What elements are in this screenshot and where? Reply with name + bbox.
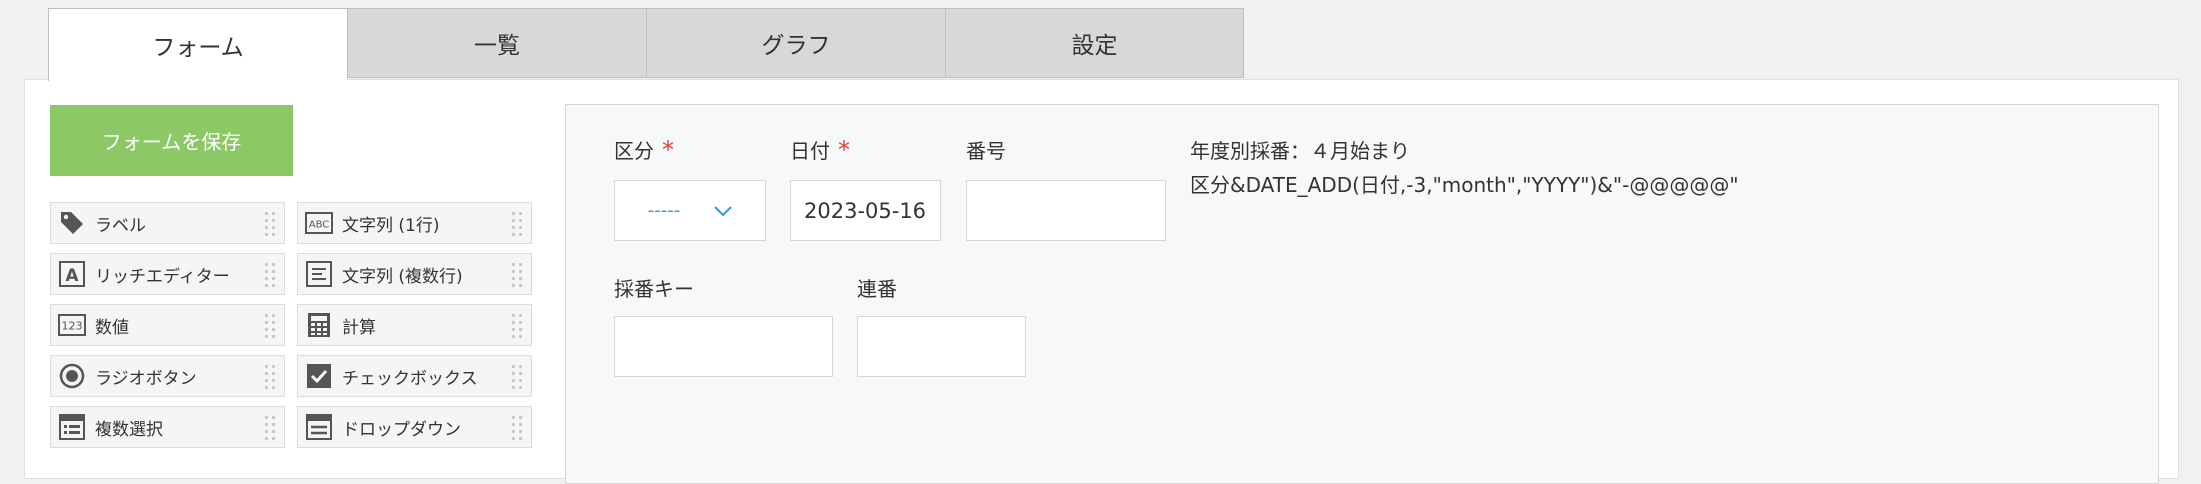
- drag-handle-icon[interactable]: [510, 312, 524, 340]
- palette-item-text: リッチエディター: [95, 266, 230, 287]
- form-layout-canvas: 区分 * ----- 日付 * 2023-05-16 番号 年度別採番：４月始まり …: [565, 104, 2159, 484]
- tab-list[interactable]: 一覧: [347, 8, 646, 78]
- renban-field[interactable]: [857, 316, 1026, 377]
- palette-item-text: ラジオボタン: [95, 368, 197, 389]
- saiban-key-field[interactable]: [614, 316, 833, 377]
- palette-item-text: 計算: [342, 317, 376, 338]
- tag-icon: [58, 209, 86, 237]
- note-line-2: 区分&DATE_ADD(日付,-3,"month","YYYY")&"-@@@@…: [1190, 173, 1739, 197]
- drag-handle-icon[interactable]: [510, 210, 524, 238]
- drag-handle-icon[interactable]: [510, 363, 524, 391]
- date-field[interactable]: 2023-05-16: [790, 180, 941, 241]
- palette-item-checkbox[interactable]: チェックボックス: [297, 355, 532, 397]
- svg-text:123: 123: [62, 320, 83, 333]
- palette-item-text: チェックボックス: [342, 368, 478, 389]
- number-label: 番号: [966, 139, 1006, 163]
- palette-item-text: ラベル: [95, 215, 146, 236]
- drag-handle-icon[interactable]: [263, 414, 277, 442]
- drag-handle-icon[interactable]: [510, 261, 524, 289]
- palette-item-rich-editor[interactable]: A リッチエディター: [50, 253, 285, 295]
- note-line-1: 年度別採番：４月始まり: [1190, 139, 1410, 163]
- saiban-key-label: 採番キー: [614, 277, 694, 301]
- palette-item-label[interactable]: ラベル: [50, 202, 285, 244]
- palette-item-text: 数値: [95, 317, 129, 338]
- kubun-dropdown-value: -----: [647, 200, 681, 221]
- date-label: 日付 *: [790, 136, 850, 164]
- palette-item-text: ドロップダウン: [342, 419, 461, 440]
- palette-item-text: 文字列 (複数行): [342, 266, 463, 287]
- rich-editor-icon: A: [58, 260, 86, 288]
- radio-icon: [58, 362, 86, 390]
- save-form-button[interactable]: フォームを保存: [50, 105, 293, 176]
- palette-item-number[interactable]: 123 数値: [50, 304, 285, 346]
- drag-handle-icon[interactable]: [263, 312, 277, 340]
- required-mark: *: [838, 136, 850, 164]
- number-field[interactable]: [966, 180, 1166, 241]
- palette-item-single-line-text[interactable]: ABC 文字列 (1行): [297, 202, 532, 244]
- palette-item-text: 複数選択: [95, 419, 163, 440]
- calculator-icon: [305, 311, 333, 339]
- tab-settings[interactable]: 設定: [945, 8, 1244, 78]
- renban-label: 連番: [857, 277, 897, 301]
- form-editor-panel: フォームを保存 ラベル ABC 文字列 (1行) A リッチエディター 文字列 …: [24, 79, 2179, 484]
- drag-handle-icon[interactable]: [510, 414, 524, 442]
- palette-item-multi-select[interactable]: 複数選択: [50, 406, 285, 448]
- kubun-label: 区分 *: [614, 136, 674, 164]
- checkbox-icon: [305, 362, 333, 390]
- palette-item-dropdown[interactable]: ドロップダウン: [297, 406, 532, 448]
- svg-text:ABC: ABC: [309, 220, 330, 231]
- palette-item-multi-line-text[interactable]: 文字列 (複数行): [297, 253, 532, 295]
- required-mark: *: [662, 136, 674, 164]
- drag-handle-icon[interactable]: [263, 363, 277, 391]
- drag-handle-icon[interactable]: [263, 210, 277, 238]
- tab-form[interactable]: フォーム: [48, 8, 347, 81]
- abc-icon: ABC: [305, 209, 333, 237]
- svg-text:A: A: [65, 266, 79, 286]
- kubun-dropdown[interactable]: -----: [614, 180, 766, 241]
- number-123-icon: 123: [58, 311, 86, 339]
- tab-bar: フォーム 一覧 グラフ 設定: [48, 8, 1244, 81]
- palette-item-text: 文字列 (1行): [342, 215, 440, 236]
- dropdown-icon: [305, 413, 333, 441]
- multiline-text-icon: [305, 260, 333, 288]
- drag-handle-icon[interactable]: [263, 261, 277, 289]
- tab-graph[interactable]: グラフ: [646, 8, 945, 78]
- chevron-down-icon: [714, 205, 732, 216]
- palette-item-calculation[interactable]: 計算: [297, 304, 532, 346]
- multi-select-icon: [58, 413, 86, 441]
- palette-item-radio-button[interactable]: ラジオボタン: [50, 355, 285, 397]
